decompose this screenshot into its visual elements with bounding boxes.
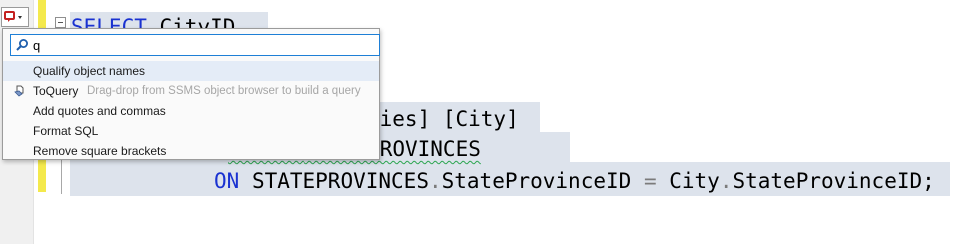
menu-item-label: Add quotes and commas (33, 104, 166, 118)
code-text: StateProvinceID; (732, 169, 935, 193)
search-icon (16, 39, 28, 51)
menu-item-label: ToQuery (33, 84, 79, 98)
command-search-input[interactable] (33, 37, 373, 53)
menu-item-remove-square-brackets[interactable]: Remove square brackets (3, 141, 379, 161)
code-line-5: ON STATEPROVINCES.StateProvinceID = City… (214, 169, 935, 193)
menu-item-toquery[interactable]: ToQuery Drag-drop from SSMS object brows… (3, 81, 379, 101)
menu-item-add-quotes-and-commas[interactable]: Add quotes and commas (3, 101, 379, 121)
operator-equals: = (643, 169, 657, 193)
command-popup: Qualify object names ToQuery Drag-drop f… (2, 28, 380, 160)
menu-item-qualify-object-names[interactable]: Qualify object names (3, 61, 379, 81)
menu-item-format-sql[interactable]: Format SQL (3, 121, 379, 141)
keyword-on: ON (214, 169, 240, 193)
toquery-icon (14, 85, 24, 97)
code-text: STATEPROVINCES (251, 169, 429, 193)
menu-item-hint: Drag-drop from SSMS object browser to bu… (87, 85, 361, 97)
code-line-3: ties] [City] (367, 104, 519, 134)
code-text: ties] [City] (367, 107, 519, 131)
menu-item-label: Qualify object names (33, 64, 146, 78)
code-text: City (669, 169, 720, 193)
command-search[interactable] (10, 34, 380, 56)
code-text: StateProvinceID (441, 169, 632, 193)
menu-item-label: Remove square brackets (33, 144, 167, 158)
menu-item-label: Format SQL (33, 124, 99, 138)
